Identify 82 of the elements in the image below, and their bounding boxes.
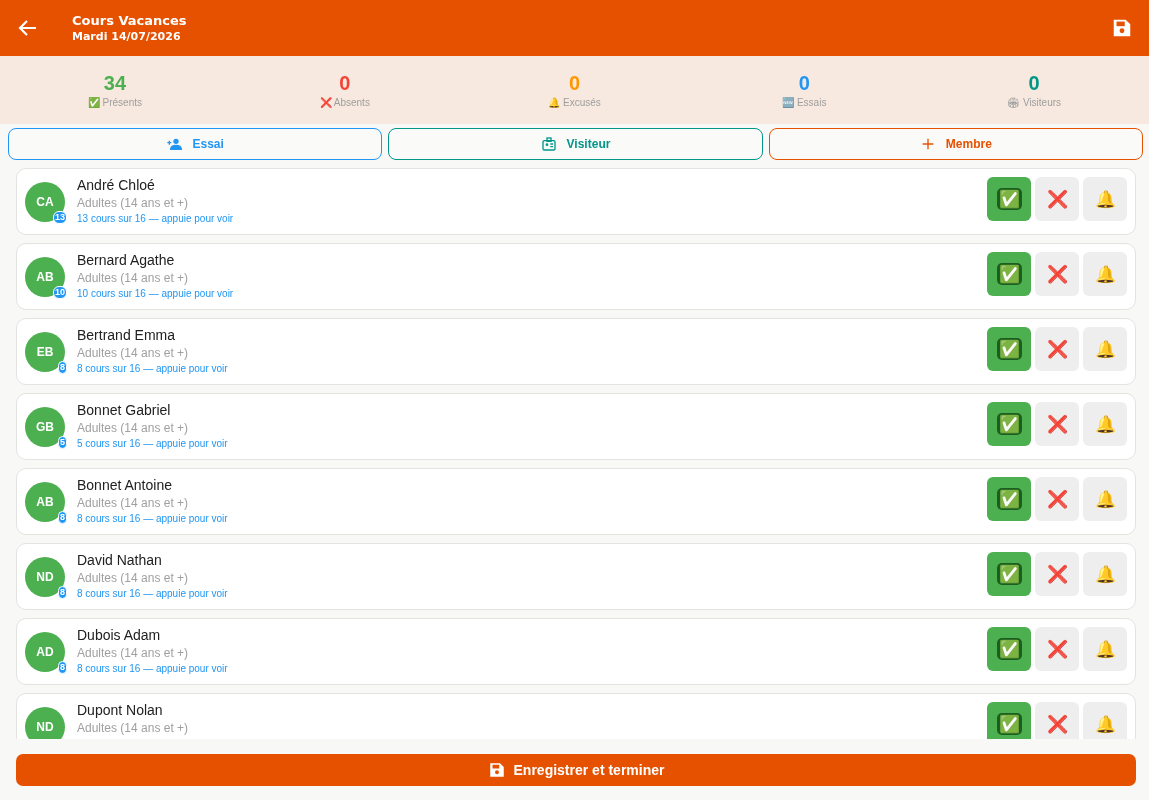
attendance-link[interactable]: 8 cours sur 16 — appuie pour voir <box>77 662 987 675</box>
status-button[interactable]: ❌ <box>1035 477 1079 521</box>
count-badge: 8 <box>58 511 67 524</box>
person-add-icon <box>166 136 183 152</box>
stat-label: ✅ Présents <box>87 97 142 108</box>
count-badge: 8 <box>58 661 67 674</box>
status-button[interactable]: ✅ <box>987 477 1031 521</box>
add-button[interactable]: Visiteur <box>388 128 763 160</box>
attendance-link[interactable]: 13 cours sur 16 — appuie pour voir <box>77 212 987 225</box>
count-badge: 13 <box>53 211 67 224</box>
status-button[interactable]: ❌ <box>1035 552 1079 596</box>
attendance-link[interactable]: 10 cours sur 16 — appuie pour voir <box>77 287 987 300</box>
member-name: David Nathan <box>77 552 163 569</box>
add-button[interactable]: Essai <box>8 128 383 160</box>
avatar: EB 8 <box>25 332 65 372</box>
avatar: ND 8 <box>25 557 65 597</box>
member-group: Adultes (14 ans et +) <box>77 571 987 586</box>
status-button[interactable]: ✅ <box>987 327 1031 371</box>
member-group: Adultes (14 ans et +) <box>77 196 987 211</box>
member-group: Adultes (14 ans et +) <box>77 271 987 286</box>
stat-value: 0 <box>339 72 351 94</box>
status-button[interactable]: ✅ <box>987 627 1031 671</box>
save-icon <box>487 760 506 779</box>
avatar: AB 8 <box>25 482 65 522</box>
save-icon[interactable] <box>1111 17 1133 39</box>
member-card[interactable]: EB 8 Bertrand Emma Adultes (14 ans et +) 8 cours sur 16 — appuie pour voir ✅ ❌ 🔔 <box>16 318 1136 385</box>
add-button[interactable]: Membre <box>768 128 1143 160</box>
member-name: Bonnet Antoine <box>77 477 173 494</box>
attendance-link[interactable]: 8 cours sur 16 — appuie pour voir <box>77 587 987 600</box>
member-group: Adultes (14 ans et +) <box>77 646 987 661</box>
member-name: Dupont Nolan <box>77 702 164 719</box>
member-group: Adultes (14 ans et +) <box>77 496 987 511</box>
id-badge-icon <box>540 136 557 152</box>
member-group: Adultes (14 ans et +) <box>77 421 987 436</box>
member-name: Bonnet Gabriel <box>77 402 172 419</box>
status-button[interactable]: ❌ <box>1035 177 1079 221</box>
stat-label: 🔔 Excusés <box>548 97 601 108</box>
member-card[interactable]: ND Dupont Nolan Adultes (14 ans et +) ✅ ❌ 🔔 <box>16 693 1136 739</box>
status-button[interactable]: ✅ <box>987 402 1031 446</box>
count-badge: 8 <box>58 586 67 599</box>
stat-label: ❌ Absents <box>319 97 370 108</box>
page-subtitle: Mardi 14/07/2026 <box>72 29 182 44</box>
status-button[interactable]: ❌ <box>1035 402 1079 446</box>
count-badge: 5 <box>58 436 67 449</box>
count-badge: 10 <box>53 286 67 299</box>
stat-label: 🆕 Essais <box>782 97 827 108</box>
member-card[interactable]: AB 10 Bernard Agathe Adultes (14 ans et +) 10 cours sur 16 — appuie pour voir ✅ ❌ 🔔 <box>16 243 1136 310</box>
attendance-link[interactable]: 8 cours sur 16 — appuie pour voir <box>77 362 987 375</box>
member-card[interactable]: ND 8 David Nathan Adultes (14 ans et +) 8 cours sur 16 — appuie pour voir ✅ ❌ 🔔 <box>16 543 1136 610</box>
avatar: AD 8 <box>25 632 65 672</box>
status-button[interactable]: ✅ <box>987 552 1031 596</box>
avatar: AB 10 <box>25 257 65 297</box>
attendance-link[interactable]: 5 cours sur 16 — appuie pour voir <box>77 437 987 450</box>
avatar: GB 5 <box>25 407 65 447</box>
stat-value: 0 <box>568 72 581 94</box>
stat-value: 0 <box>1028 72 1040 94</box>
count-badge: 8 <box>58 361 67 374</box>
page-title: Cours Vacances <box>72 12 188 29</box>
save-finish-button[interactable]: Enregistrer et terminer <box>16 753 1136 786</box>
stat-label: 🏟 Visiteurs <box>1007 97 1062 108</box>
member-card[interactable]: GB 5 Bonnet Gabriel Adultes (14 ans et +) 5 cours sur 16 — appuie pour voir ✅ ❌ 🔔 <box>16 393 1136 460</box>
member-name: Bertrand Emma <box>77 327 177 344</box>
status-button[interactable]: ✅ <box>987 252 1031 296</box>
member-group: Adultes (14 ans et +) <box>77 346 987 361</box>
status-button[interactable]: ❌ <box>1035 252 1079 296</box>
member-name: Dubois Adam <box>77 627 162 644</box>
attendance-link[interactable]: 8 cours sur 16 — appuie pour voir <box>77 512 987 525</box>
member-card[interactable]: CA 13 André Chloé Adultes (14 ans et +) 13 cours sur 16 — appuie pour voir ✅ ❌ 🔔 <box>16 168 1136 235</box>
member-card[interactable]: AB 8 Bonnet Antoine Adultes (14 ans et +) 8 cours sur 16 — appuie pour voir ✅ ❌ 🔔 <box>16 468 1136 535</box>
status-button[interactable]: ❌ <box>1035 627 1079 671</box>
status-button[interactable]: ✅ <box>987 177 1031 221</box>
avatar: ND <box>25 707 65 739</box>
status-button[interactable]: ✅ <box>987 702 1031 739</box>
member-card[interactable]: AD 8 Dubois Adam Adultes (14 ans et +) 8 cours sur 16 — appuie pour voir ✅ ❌ 🔔 <box>16 618 1136 685</box>
stat-value: 0 <box>798 72 810 94</box>
status-button[interactable]: ❌ <box>1035 702 1079 739</box>
member-group: Adultes (14 ans et +) <box>77 721 987 736</box>
member-name: Bernard Agathe <box>77 252 176 269</box>
stat-value: 34 <box>103 72 126 94</box>
avatar: CA 13 <box>25 182 65 222</box>
status-button[interactable]: ❌ <box>1035 327 1079 371</box>
member-name: André Chloé <box>77 177 156 194</box>
